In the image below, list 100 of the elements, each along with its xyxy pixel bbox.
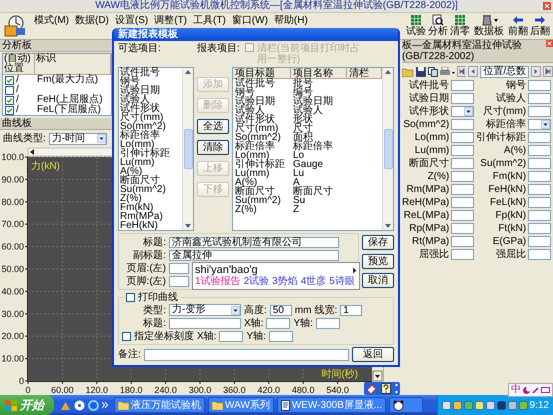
input-field[interactable] xyxy=(451,119,474,130)
down-arrow-icon[interactable] xyxy=(184,222,192,230)
line-width-field[interactable]: 1 xyxy=(340,304,362,316)
list-item[interactable]: So(mm^2) xyxy=(119,122,182,131)
next-icon[interactable] xyxy=(531,66,542,77)
input-field[interactable] xyxy=(451,171,474,182)
checkbox[interactable] xyxy=(5,96,14,104)
input-field[interactable] xyxy=(451,223,474,234)
input-field[interactable] xyxy=(451,158,474,169)
list-item[interactable]: 引伸计标距 xyxy=(119,149,182,158)
scroll-thumb[interactable] xyxy=(184,129,192,169)
dropdown-field[interactable] xyxy=(451,106,474,117)
list-item[interactable]: 标距倍率 xyxy=(119,131,182,140)
dropdown-arrow-icon[interactable] xyxy=(541,120,550,129)
list-item[interactable]: 试件批号 xyxy=(119,68,182,77)
input-field[interactable] xyxy=(451,249,474,260)
chart-title-field[interactable] xyxy=(169,318,241,328)
input-field[interactable] xyxy=(528,249,551,260)
copy-icon[interactable] xyxy=(428,66,438,76)
help-icon[interactable] xyxy=(381,383,391,394)
toolbar-button[interactable]: 试验 xyxy=(406,13,426,38)
list-item[interactable]: 试验日期 xyxy=(119,86,182,95)
menu-item[interactable]: 设置(S) xyxy=(112,15,152,27)
input-field[interactable] xyxy=(451,184,474,195)
curve-type-dropdown[interactable]: 力-时间 xyxy=(48,132,107,144)
column-header[interactable]: (自动)位置 xyxy=(3,54,35,75)
checkbox[interactable] xyxy=(5,106,14,114)
menu-item[interactable]: 调整(T) xyxy=(151,15,190,27)
input-field[interactable] xyxy=(528,197,551,208)
height-field[interactable]: 50 xyxy=(270,304,292,316)
checkbox[interactable] xyxy=(5,86,14,94)
ime-candidate[interactable]: 4世彦 xyxy=(300,276,326,288)
dropdown-field[interactable] xyxy=(528,119,551,130)
input-field[interactable] xyxy=(528,93,551,104)
input-field[interactable] xyxy=(528,171,551,182)
scrollbar[interactable] xyxy=(382,68,393,230)
ime-candidate[interactable]: 2试验 xyxy=(244,276,270,288)
list-item[interactable]: Su(mm^2) xyxy=(119,185,182,194)
input-field[interactable] xyxy=(528,158,551,169)
menu-item[interactable]: 数据(D) xyxy=(72,15,112,27)
right-arrow-icon[interactable] xyxy=(352,266,357,274)
input-field[interactable] xyxy=(528,132,551,143)
list-item[interactable]: Lo(mm) xyxy=(119,140,182,149)
y-scale-field[interactable] xyxy=(268,330,293,342)
browser-icon[interactable] xyxy=(88,400,99,410)
close-icon[interactable] xyxy=(543,2,551,10)
footer-field[interactable] xyxy=(169,276,189,286)
checkbox[interactable] xyxy=(126,292,135,302)
dropdown-arrow-icon[interactable] xyxy=(231,306,240,314)
scrollbar[interactable] xyxy=(182,68,193,230)
input-field[interactable] xyxy=(528,106,551,117)
close-icon[interactable] xyxy=(546,40,553,47)
ime-candidate[interactable]: 3势焰 xyxy=(272,276,298,288)
dropdown-arrow-icon[interactable] xyxy=(96,134,106,143)
pen-icon[interactable] xyxy=(532,386,539,394)
menu-item[interactable]: 工具(T) xyxy=(190,15,229,27)
input-field[interactable] xyxy=(528,80,551,91)
menu-item[interactable]: 帮助(H) xyxy=(270,15,311,27)
grip-icon[interactable] xyxy=(395,383,398,394)
toolbar-button[interactable]: 清零 xyxy=(450,13,470,38)
subtitle-field[interactable]: 金属拉伸 xyxy=(169,250,339,260)
chevron-icon[interactable] xyxy=(102,402,108,408)
moon-icon[interactable] xyxy=(523,386,530,394)
input-field[interactable] xyxy=(451,236,474,247)
return-button[interactable]: 返回 xyxy=(352,347,394,362)
list-item[interactable]: 断面尺寸 xyxy=(119,176,182,185)
input-field[interactable] xyxy=(451,132,474,143)
previous-icon[interactable] xyxy=(468,66,478,77)
ime-mode[interactable]: 中 xyxy=(511,385,521,395)
list-item[interactable]: 钢号 xyxy=(119,77,182,86)
input-field[interactable] xyxy=(451,197,474,208)
action-button[interactable]: 取消 xyxy=(362,273,394,288)
taskbar-button[interactable]: WEW-300B屏显液... xyxy=(276,397,386,413)
input-field[interactable] xyxy=(528,184,551,195)
input-field[interactable] xyxy=(451,80,474,91)
save-icon[interactable] xyxy=(416,66,426,76)
up-arrow-icon[interactable] xyxy=(384,68,392,76)
column-header[interactable]: 清栏 xyxy=(347,68,382,79)
clear-button[interactable]: 清除 xyxy=(197,140,229,155)
menu-item[interactable]: 窗口(W) xyxy=(228,15,271,27)
list-item[interactable]: Rm(MPa) xyxy=(119,212,182,221)
input-field[interactable] xyxy=(528,236,551,247)
down-arrow-icon[interactable] xyxy=(384,222,392,230)
action-button[interactable]: 保存 xyxy=(362,235,394,250)
printer-icon[interactable] xyxy=(440,66,455,76)
up-arrow-icon[interactable] xyxy=(184,68,192,76)
column-header[interactable]: 标识 xyxy=(35,54,111,75)
list-item[interactable]: A(%) xyxy=(119,167,182,176)
scroll-thumb[interactable] xyxy=(384,129,392,169)
toolbar-button[interactable]: 数据板 xyxy=(472,13,506,38)
ime-candidate[interactable]: 5诗眼 xyxy=(329,276,355,288)
toolbar-button[interactable]: 后翻 xyxy=(530,13,550,38)
toolbar-button[interactable]: 分析 xyxy=(428,13,448,38)
first-icon[interactable] xyxy=(456,66,466,77)
left-arrow-icon[interactable] xyxy=(30,149,34,155)
type-dropdown[interactable]: 力-变形 xyxy=(169,304,241,316)
last-icon[interactable] xyxy=(543,66,553,77)
toolbar-button[interactable]: 前翻 xyxy=(508,13,528,38)
input-field[interactable] xyxy=(451,210,474,221)
menu-item[interactable]: 模式(M) xyxy=(31,15,72,27)
